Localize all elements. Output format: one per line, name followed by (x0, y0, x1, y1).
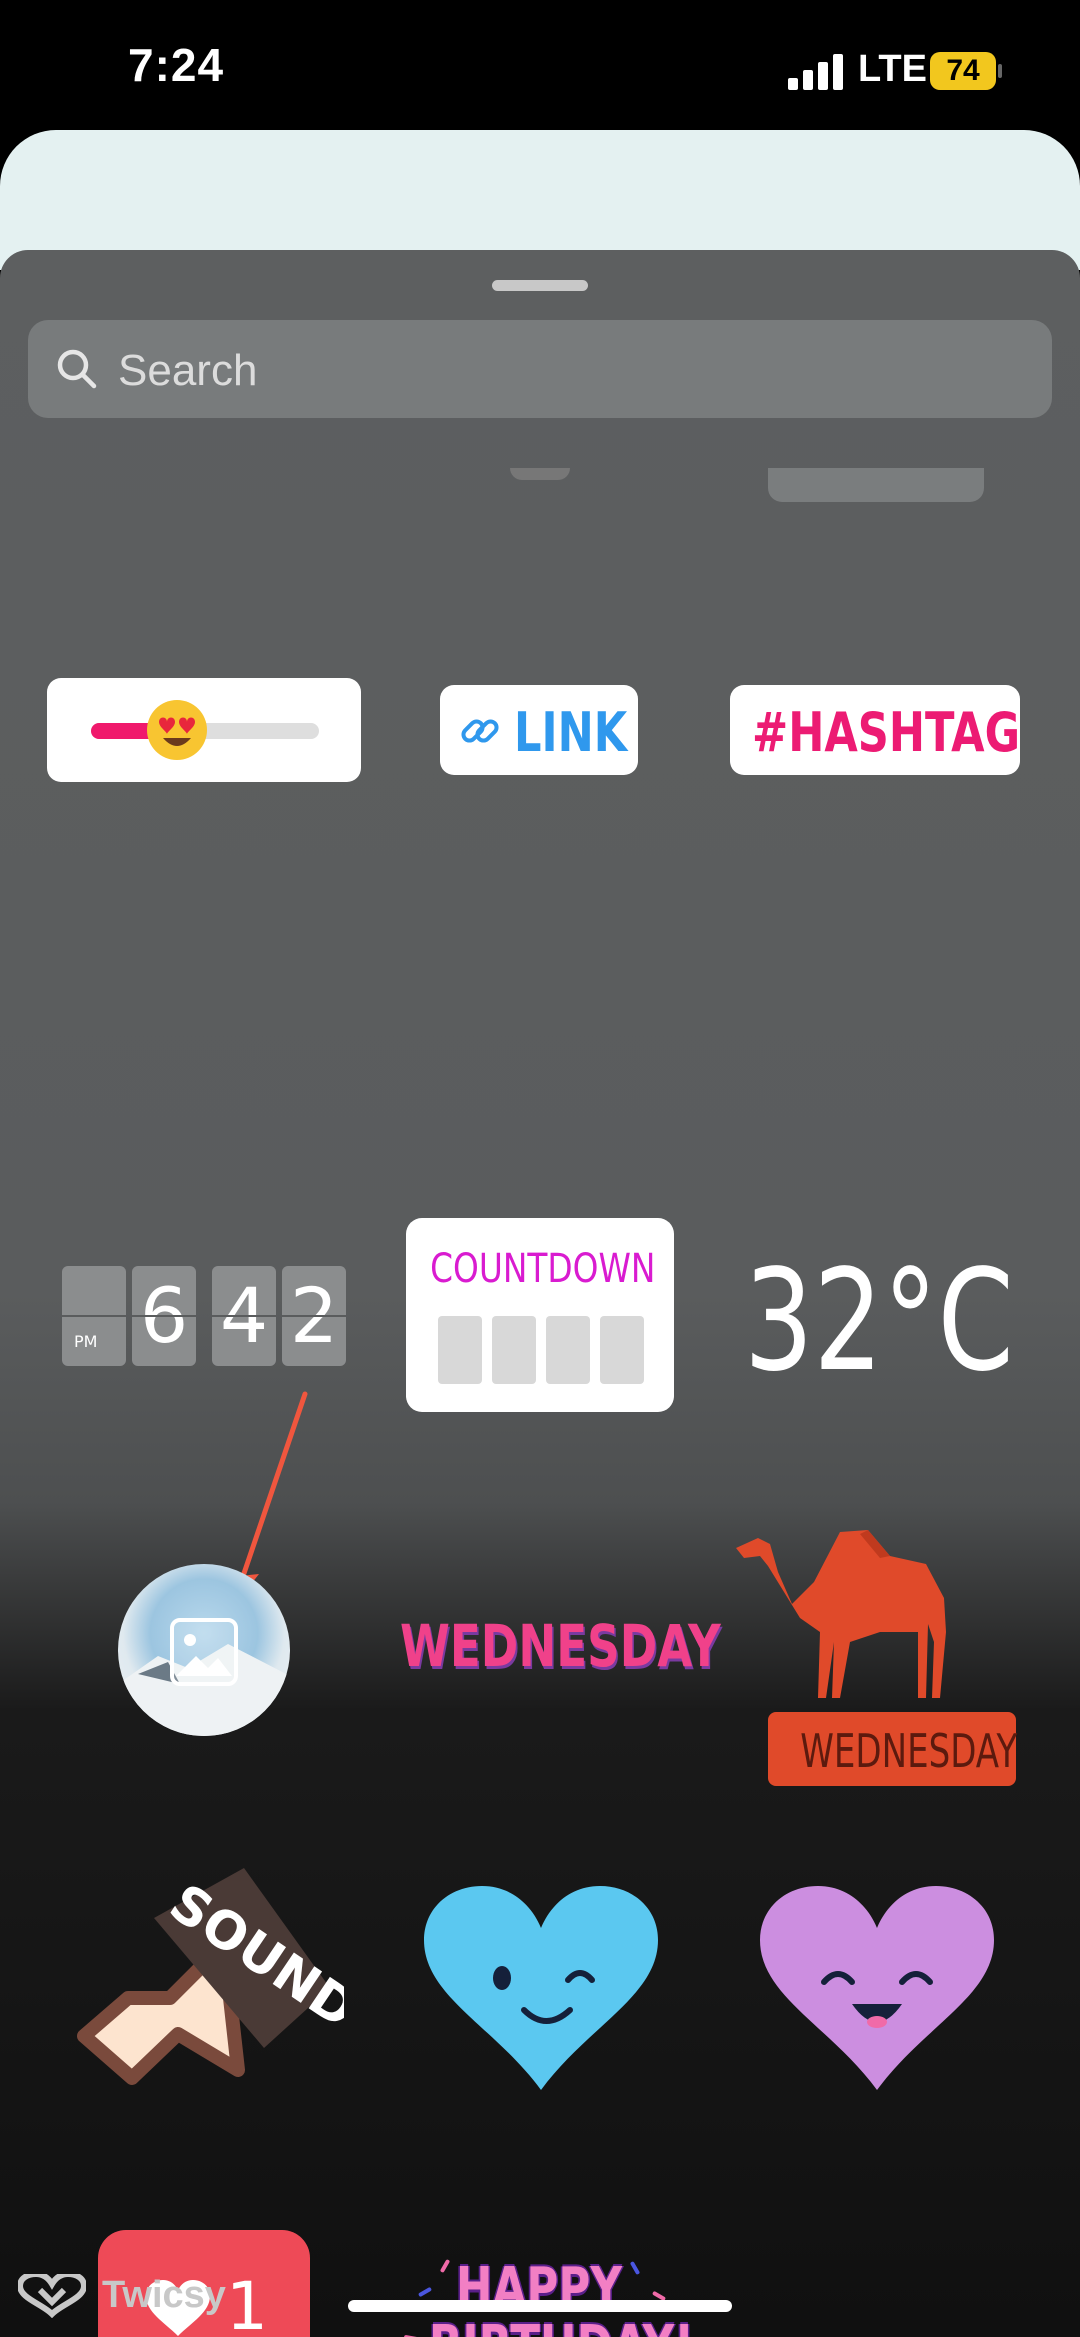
clock-digit: 2 (282, 1266, 346, 1366)
home-indicator[interactable] (348, 2300, 732, 2312)
battery-icon: 74 (930, 52, 1002, 90)
emoji-slider-sticker[interactable] (47, 678, 361, 782)
background-story-card (0, 130, 1080, 270)
countdown-sticker[interactable]: COUNTDOWN (406, 1218, 674, 1412)
countdown-box (438, 1316, 482, 1384)
battery-cap (998, 64, 1002, 78)
hashtag-sticker[interactable]: #HASHTAG (730, 685, 1020, 775)
clock-digit: 6 (132, 1266, 196, 1366)
search-placeholder: Search (118, 346, 258, 395)
partial-sticker[interactable] (768, 468, 984, 502)
search-icon (57, 349, 97, 389)
winking-heart-sticker[interactable] (424, 1886, 658, 2094)
clock-digit: 4 (212, 1266, 276, 1366)
mountain-photo-icon (118, 1618, 290, 1736)
sticker-tray-sheet: Search LINK #HASHTAG PM 6 4 2 COUNTDOWN (0, 250, 1080, 2337)
drag-handle[interactable] (492, 280, 588, 291)
birthday-line-2: BIRTHDAY! (429, 2314, 694, 2337)
clock-period: PM (74, 1332, 98, 1351)
smiling-heart-sticker[interactable] (760, 1886, 994, 2094)
battery-level: 74 (930, 52, 996, 90)
hashtag-label: #HASHTAG (752, 701, 1021, 764)
clock-period-card: PM (62, 1266, 126, 1366)
brand-name: Twicsy (102, 2274, 226, 2316)
wednesday-text-sticker[interactable]: WEDNESDAY (400, 1612, 721, 1692)
countdown-box (492, 1316, 536, 1384)
link-label: LINK (514, 701, 628, 764)
happy-birthday-sticker[interactable]: HAPPY BIRTHDAY! (398, 2250, 694, 2337)
like-count: 1 (226, 2268, 268, 2337)
search-input[interactable]: Search (28, 320, 1052, 418)
photo-sticker[interactable] (118, 1564, 290, 1736)
signal-icon (788, 54, 843, 90)
sound-on-sticker[interactable]: SOUND ON (74, 1858, 344, 2118)
heart-eyes-emoji-icon (147, 700, 207, 760)
countdown-box (600, 1316, 644, 1384)
twicsy-logo-icon (18, 2274, 86, 2318)
link-sticker[interactable]: LINK (440, 685, 638, 775)
partial-sticker[interactable] (510, 468, 570, 480)
camel-wednesday-label: WEDNESDAY (800, 1724, 1018, 1778)
countdown-box (546, 1316, 590, 1384)
temperature-sticker[interactable]: 32°C (744, 1240, 1014, 1403)
link-icon (461, 719, 499, 743)
status-time: 7:24 (128, 39, 225, 91)
network-label: LTE (858, 48, 927, 90)
status-bar: 7:24 LTE 74 (0, 0, 1080, 130)
camel-icon[interactable] (730, 1512, 970, 1702)
countdown-label: COUNTDOWN (430, 1246, 656, 1292)
camel-wednesday-sticker[interactable]: WEDNESDAY (768, 1712, 1018, 1786)
time-sticker[interactable]: PM 6 4 2 (62, 1266, 346, 1366)
